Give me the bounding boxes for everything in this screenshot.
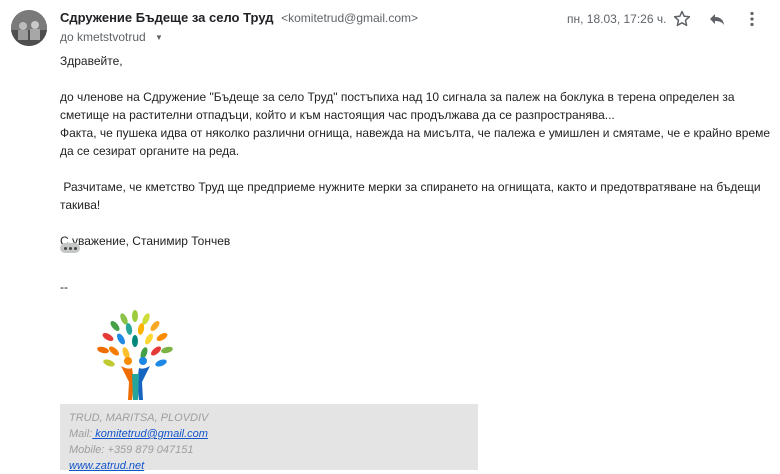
recipient-toggle[interactable]: до kmetstvotrud ▼ xyxy=(60,30,163,44)
star-button[interactable] xyxy=(672,9,692,29)
sender-line: Сдружение Бъдеще за село Труд <komitetru… xyxy=(60,10,418,25)
signature-location: TRUD, MARITSA, PLOVDIV xyxy=(69,412,209,424)
body-paragraph-2: Факта, че пушека идва от няколко различн… xyxy=(60,126,771,158)
reply-button[interactable] xyxy=(707,9,727,29)
message-date: пн, 18.03, 17:26 ч. xyxy=(567,12,667,26)
more-vert-icon xyxy=(750,11,754,27)
more-options-button[interactable] xyxy=(742,9,762,29)
sender-email[interactable]: <komitetrud@gmail.com> xyxy=(281,11,418,25)
signature-mobile: Mobile: +359 879 047151 xyxy=(69,444,194,456)
chevron-down-icon: ▼ xyxy=(155,33,163,42)
tree-logo xyxy=(97,310,173,400)
signature-mail-link[interactable]: komitetrud@gmail.com xyxy=(92,428,208,440)
reply-icon xyxy=(710,14,724,25)
star-icon xyxy=(673,10,691,27)
body-paragraph-1: до членове на Сдружение "Бъдеще за село … xyxy=(60,90,735,122)
signature-website-link[interactable]: www.zatrud.net xyxy=(69,460,144,472)
signature-mail-line: Mail: komitetrud@gmail.com xyxy=(69,426,478,442)
signature-block: TRUD, MARITSA, PLOVDIV Mail: komitetrud@… xyxy=(60,404,478,472)
signature-mail-label: Mail: xyxy=(69,428,93,440)
closing: С уважение, Станимир Тончев xyxy=(60,234,231,248)
sender-avatar[interactable] xyxy=(11,10,47,46)
message-body: Здравейте, до членове на Сдружение "Бъде… xyxy=(60,52,772,250)
show-trimmed-content-button[interactable] xyxy=(60,243,80,253)
recipient-label: до kmetstvotrud xyxy=(60,30,146,44)
body-paragraph-3: Разчитаме, че кметство Труд ще предприем… xyxy=(60,180,764,212)
signature-separator: -- xyxy=(60,280,68,294)
sender-name[interactable]: Сдружение Бъдеще за село Труд xyxy=(60,10,273,25)
greeting: Здравейте, xyxy=(60,54,123,68)
